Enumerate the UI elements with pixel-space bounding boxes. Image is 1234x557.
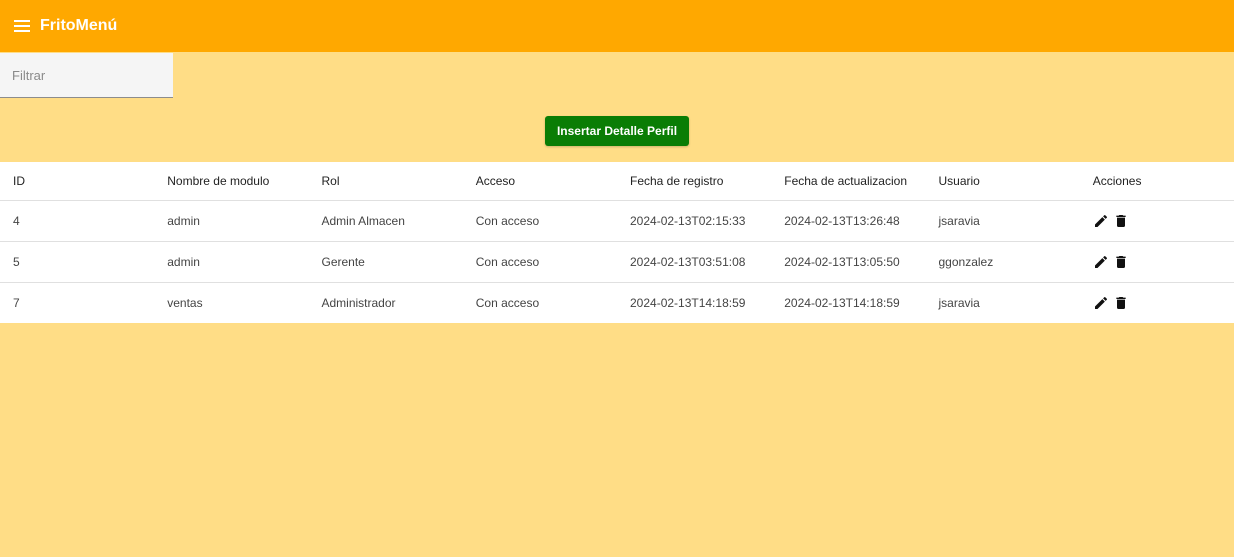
- table-header-row: ID Nombre de modulo Rol Acceso Fecha de …: [0, 162, 1234, 201]
- header-fecha-actualizacion[interactable]: Fecha de actualizacion: [771, 162, 926, 201]
- cell-usuario: ggonzalez: [925, 241, 1080, 283]
- cell-fecha-actualizacion: 2024-02-13T14:18:59: [784, 295, 900, 310]
- cell-fecha-registro: 2024-02-13T14:18:59: [630, 295, 746, 310]
- table-row: 7 ventas Administrador Con acceso 2024-0…: [0, 282, 1234, 323]
- app-toolbar: FritoMenú: [0, 0, 1234, 52]
- header-acciones: Acciones: [1079, 162, 1234, 201]
- cell-rol: Admin Almacen: [308, 200, 463, 242]
- data-table: ID Nombre de modulo Rol Acceso Fecha de …: [0, 162, 1234, 323]
- header-rol[interactable]: Rol: [308, 162, 463, 201]
- cell-acceso: Con acceso: [462, 200, 617, 242]
- cell-usuario: jsaravia: [938, 295, 980, 310]
- insert-detalle-perfil-button[interactable]: Insertar Detalle Perfil: [545, 116, 689, 146]
- cell-fecha-actualizacion: 2024-02-13T13:26:48: [771, 200, 926, 242]
- table-row: 4 admin Admin Almacen Con acceso 2024-02…: [0, 200, 1234, 242]
- app-title: FritoMenú: [40, 17, 118, 34]
- table-row: 5 admin Gerente Con acceso 2024-02-13T03…: [0, 241, 1234, 283]
- header-modulo[interactable]: Nombre de modulo: [154, 162, 309, 201]
- edit-icon[interactable]: [1093, 213, 1109, 229]
- cell-fecha-registro: 2024-02-13T02:15:33: [617, 200, 772, 242]
- cell-modulo: admin: [154, 200, 309, 242]
- header-fecha-registro[interactable]: Fecha de registro: [617, 162, 772, 201]
- cell-acciones: [1079, 241, 1234, 283]
- cell-fecha-registro: 2024-02-13T03:51:08: [617, 241, 772, 283]
- cell-id: 7: [13, 295, 20, 310]
- cell-acceso: Con acceso: [475, 295, 540, 310]
- cell-acciones: [1080, 282, 1234, 323]
- filter-field: [0, 53, 173, 98]
- header-usuario[interactable]: Usuario: [925, 162, 1080, 201]
- menu-icon[interactable]: [12, 16, 32, 36]
- header-id[interactable]: ID: [0, 162, 155, 201]
- edit-icon[interactable]: [1093, 254, 1109, 270]
- cell-modulo: ventas: [167, 295, 203, 310]
- delete-icon[interactable]: [1113, 254, 1129, 270]
- delete-icon[interactable]: [1113, 295, 1129, 311]
- cell-id: 5: [0, 241, 155, 283]
- cell-modulo: admin: [154, 241, 309, 283]
- filter-input[interactable]: [0, 53, 173, 97]
- header-acceso[interactable]: Acceso: [462, 162, 617, 201]
- cell-rol: Administrador: [321, 295, 396, 310]
- delete-icon[interactable]: [1113, 213, 1129, 229]
- cell-acciones: [1079, 200, 1234, 242]
- cell-rol: Gerente: [308, 241, 463, 283]
- edit-icon[interactable]: [1093, 295, 1109, 311]
- cell-fecha-actualizacion: 2024-02-13T13:05:50: [771, 241, 926, 283]
- cell-id: 4: [0, 200, 155, 242]
- cell-usuario: jsaravia: [925, 200, 1080, 242]
- cell-acceso: Con acceso: [462, 241, 617, 283]
